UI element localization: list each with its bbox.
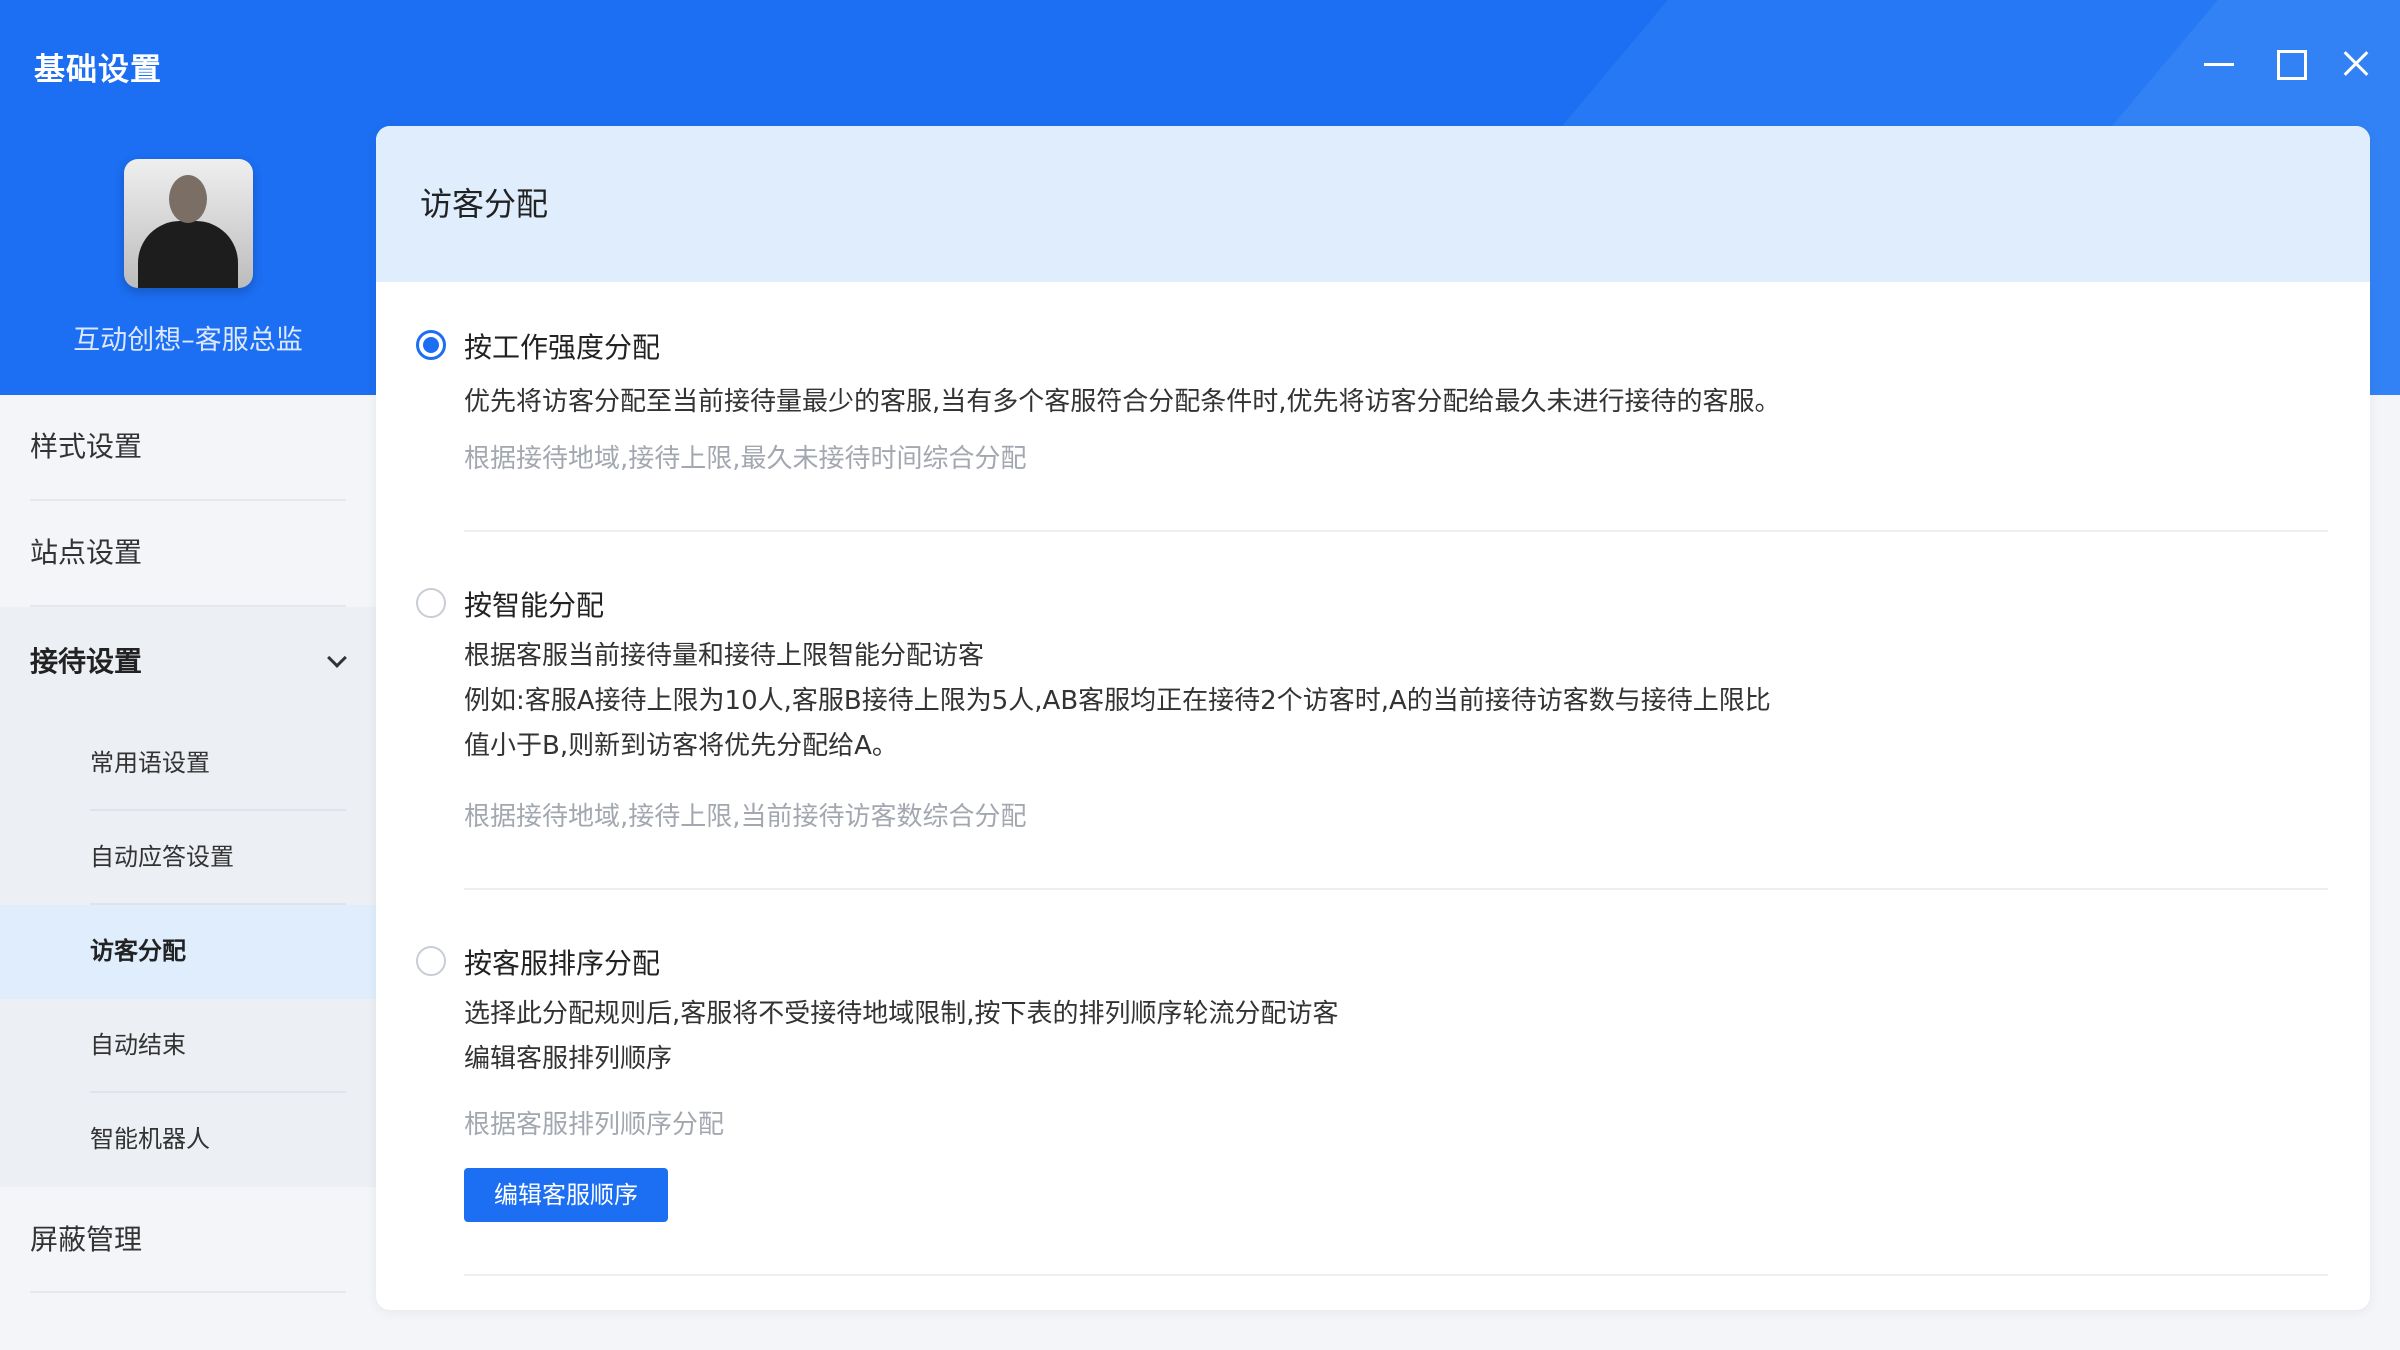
sidebar-item-reception-settings[interactable]: 接待设置: [0, 607, 376, 717]
divider: [464, 530, 2328, 532]
sidebar-item-common-phrases[interactable]: 常用语设置: [90, 717, 346, 811]
option-hint: 根据接待地域,接待上限,最久未接待时间综合分配: [464, 444, 1027, 474]
panel-header: 访客分配: [376, 126, 2370, 282]
close-icon[interactable]: [2336, 44, 2376, 84]
maximize-icon[interactable]: [2269, 44, 2309, 84]
sidebar-subitem-wrap: 自动结束: [0, 999, 376, 1093]
option-description: 编辑客服排列顺序: [464, 1044, 673, 1074]
sidebar-item-auto-reply[interactable]: 自动应答设置: [90, 811, 346, 905]
option-label[interactable]: 按工作强度分配: [464, 326, 660, 366]
sidebar-subitem-wrap-active: 访客分配: [0, 905, 376, 999]
edit-agent-order-button[interactable]: 编辑客服顺序: [464, 1168, 668, 1222]
sidebar-item-style-settings[interactable]: 样式设置: [30, 395, 346, 501]
option-hint: 根据接待地域,接待上限,当前接待访客数综合分配: [464, 802, 1027, 832]
divider: [464, 888, 2328, 890]
option-description: 选择此分配规则后,客服将不受接待地域限制,按下表的排列顺序轮流分配访客: [464, 999, 1339, 1029]
sidebar-group-reception: 接待设置 常用语设置 自动应答设置 访客分配 自动结束 智能机器人: [0, 607, 376, 1187]
sidebar-item-site-settings[interactable]: 站点设置: [30, 501, 346, 607]
user-name: 互动创想–客服总监: [73, 325, 303, 356]
option-description: 根据客服当前接待量和接待上限智能分配访客: [464, 641, 985, 671]
sidebar-item-visitor-allocation[interactable]: 访客分配: [90, 905, 346, 999]
sidebar-item-smart-robot[interactable]: 智能机器人: [90, 1093, 346, 1187]
divider: [464, 1274, 2328, 1276]
option-hint: 根据客服排列顺序分配: [464, 1110, 725, 1140]
user-profile: 互动创想–客服总监: [0, 150, 376, 360]
sidebar-item-auto-end[interactable]: 自动结束: [90, 999, 346, 1093]
radio-sequence[interactable]: [416, 946, 446, 976]
radio-smart[interactable]: [416, 588, 446, 618]
main-panel: 访客分配 按工作强度分配 优先将访客分配至当前接待量最少的客服,当有多个客服符合…: [376, 126, 2370, 1310]
sidebar: 样式设置 站点设置 接待设置 常用语设置 自动应答设置 访客分配 自动结束 智能…: [0, 395, 376, 1350]
option-description: 例如:客服A接待上限为10人,客服B接待上限为5人,AB客服均正在接待2个访客时…: [464, 686, 1771, 716]
allocation-option-smart: 按智能分配 根据客服当前接待量和接待上限智能分配访客 例如:客服A接待上限为10…: [416, 584, 2330, 924]
avatar-body: [138, 221, 238, 288]
sidebar-item-block-management[interactable]: 屏蔽管理: [30, 1187, 346, 1293]
radio-workload[interactable]: [416, 330, 446, 360]
window-title: 基础设置: [34, 52, 162, 88]
allocation-option-workload: 按工作强度分配 优先将访客分配至当前接待量最少的客服,当有多个客服符合分配条件时…: [416, 326, 2330, 506]
page-title: 访客分配: [420, 185, 549, 223]
sidebar-subitem-wrap: 常用语设置: [0, 717, 376, 811]
option-label[interactable]: 按客服排序分配: [464, 942, 660, 982]
option-description: 优先将访客分配至当前接待量最少的客服,当有多个客服符合分配条件时,优先将访客分配…: [464, 387, 1781, 417]
sidebar-group-label: 接待设置: [30, 645, 143, 678]
sidebar-subitem-wrap: 智能机器人: [0, 1093, 376, 1187]
allocation-option-sequence: 按客服排序分配 选择此分配规则后,客服将不受接待地域限制,按下表的排列顺序轮流分…: [416, 942, 2330, 1310]
option-description: 值小于B,则新到访客将优先分配给A。: [464, 731, 898, 761]
avatar-head: [169, 175, 207, 223]
chevron-down-icon: [327, 648, 347, 668]
option-label[interactable]: 按智能分配: [464, 584, 604, 624]
sidebar-subitem-wrap: 自动应答设置: [0, 811, 376, 905]
minimize-icon[interactable]: [2200, 44, 2240, 84]
avatar[interactable]: [124, 159, 253, 288]
